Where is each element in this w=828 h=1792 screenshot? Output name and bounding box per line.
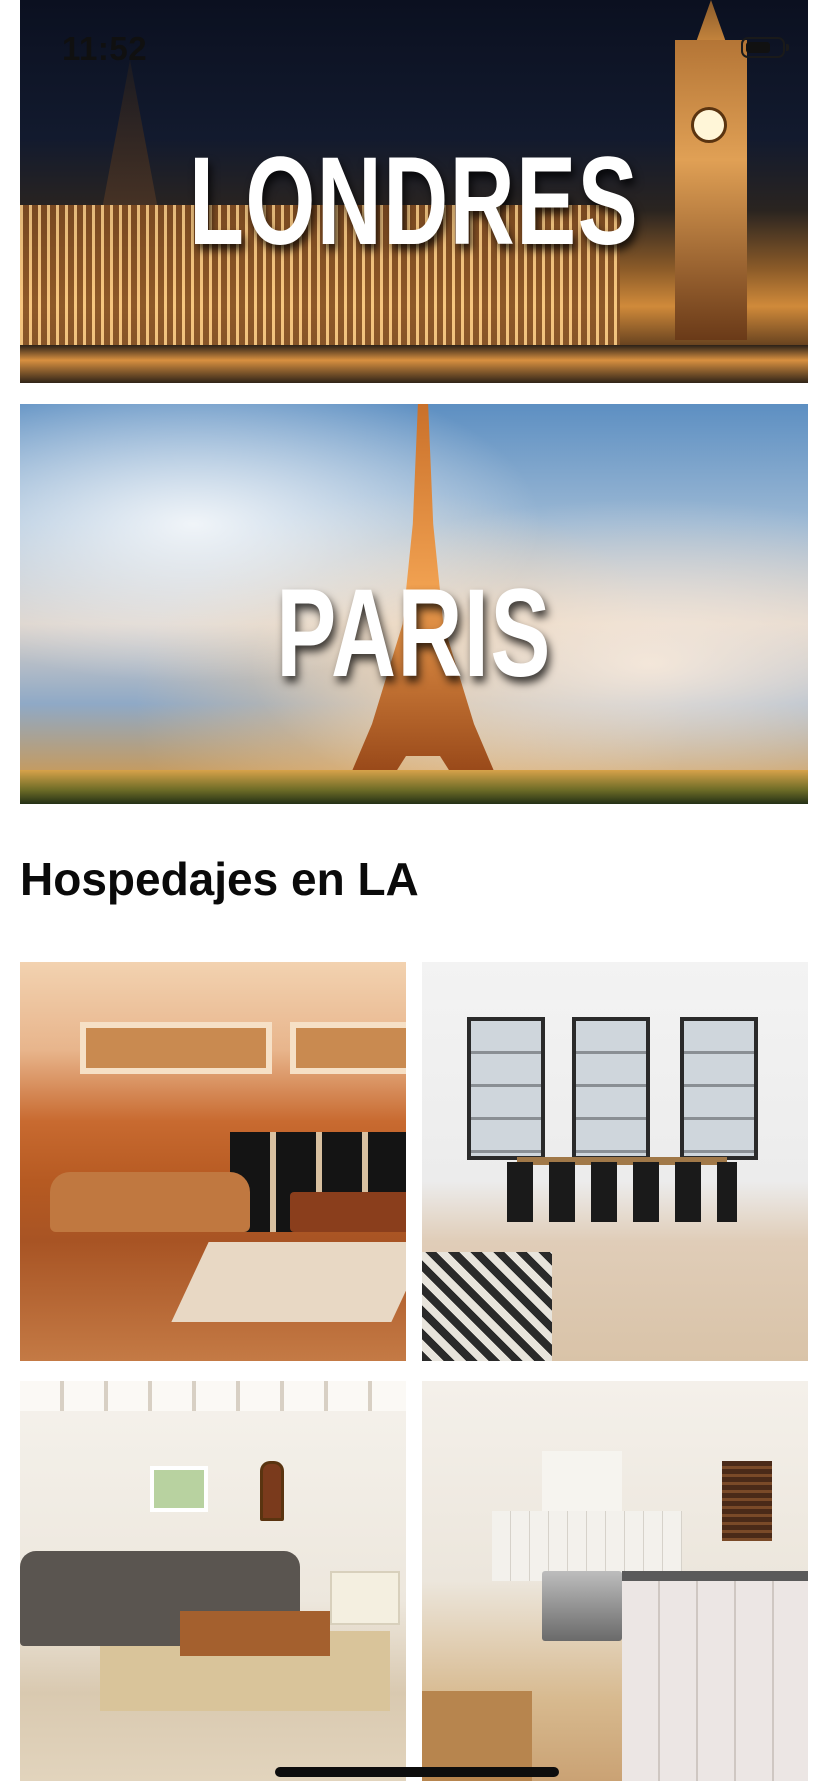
listing-card-2[interactable] [422,962,808,1361]
status-time: 11:52 [62,30,148,67]
window [572,1017,650,1160]
big-ben-spire-image [695,0,727,45]
billiard-table [290,1192,406,1232]
sofa [50,1172,250,1232]
river-image [20,345,808,383]
listing-card-4[interactable] [422,1381,808,1781]
city-card-paris[interactable]: PARIS [20,404,808,804]
window [680,1017,758,1160]
rug [422,1252,552,1361]
window [467,1017,545,1160]
range-hood [542,1451,622,1511]
city-title-london: LONDRES [188,132,640,271]
coffee-table [180,1611,330,1656]
listing-card-3[interactable] [20,1381,406,1781]
listing-card-1[interactable] [20,962,406,1361]
city-title-paris: PARIS [276,564,552,703]
battery-icon [741,37,789,58]
ceiling-decor [80,1022,272,1074]
countertop [622,1571,808,1581]
rug [171,1242,406,1322]
section-title: Hospedajes en LA [20,853,419,905]
dining-chairs [507,1162,737,1222]
window-blinds [722,1461,772,1541]
city-skyline-image [20,770,808,804]
battery-cap [786,44,789,51]
wall-clock [260,1461,284,1521]
cabinet [330,1571,400,1625]
ceiling-beams [20,1381,406,1411]
window [150,1466,208,1512]
home-indicator[interactable] [275,1767,559,1777]
ceiling-decor [290,1022,406,1074]
kitchen-cabinets [622,1581,808,1781]
battery-level [746,42,770,53]
stove [542,1571,622,1641]
